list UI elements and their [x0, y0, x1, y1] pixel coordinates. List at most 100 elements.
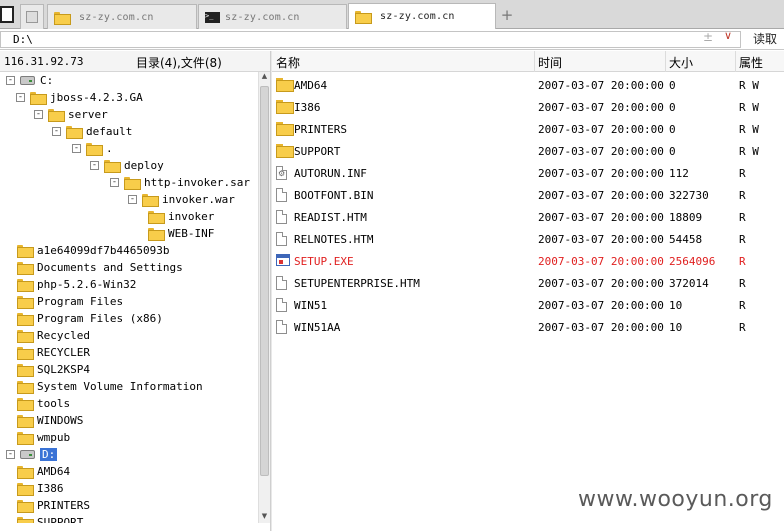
tree-node[interactable]: Program Files (x86): [14, 310, 163, 327]
tree-node[interactable]: SQL2KSP4: [14, 361, 90, 378]
file-row[interactable]: RELNOTES.HTM 2007-03-07 20:00:00 54458 R: [272, 228, 784, 250]
collapse-icon[interactable]: -: [16, 93, 25, 102]
collapse-icon[interactable]: -: [90, 161, 99, 170]
tree-node[interactable]: - server: [34, 106, 108, 123]
tab-3[interactable]: sz-zy.com.cn: [348, 3, 496, 29]
tree-scrollbar[interactable]: ▲ ▼: [258, 72, 270, 523]
tree-node-label[interactable]: D:: [40, 448, 58, 461]
collapse-icon[interactable]: -: [52, 127, 61, 136]
collapse-icon[interactable]: -: [6, 450, 15, 459]
file-row[interactable]: READIST.HTM 2007-03-07 20:00:00 18809 R: [272, 206, 784, 228]
tree-node-label[interactable]: WEB-INF: [168, 227, 214, 240]
tree-node[interactable]: php-5.2.6-Win32: [14, 276, 136, 293]
tree-node[interactable]: I386: [14, 480, 64, 497]
chevron-down-icon[interactable]: ∨: [724, 29, 732, 42]
tree-node-label[interactable]: php-5.2.6-Win32: [37, 278, 136, 291]
tree-node[interactable]: Program Files: [14, 293, 123, 310]
tree-node-label[interactable]: tools: [37, 397, 70, 410]
tree-node-label[interactable]: Program Files: [37, 295, 123, 308]
file-row[interactable]: SETUP.EXE 2007-03-07 20:00:00 2564096 R: [272, 250, 784, 272]
scroll-up-icon[interactable]: ▲: [259, 72, 270, 83]
tree-node-label[interactable]: I386: [37, 482, 64, 495]
folder-icon: [86, 143, 103, 156]
tree-node[interactable]: System Volume Information: [14, 378, 203, 395]
tree-node-label[interactable]: wmpub: [37, 431, 70, 444]
tree-node-label[interactable]: PRINTERS: [37, 499, 90, 512]
read-button[interactable]: 读取: [746, 31, 784, 48]
tree-node-label[interactable]: System Volume Information: [37, 380, 203, 393]
file-row[interactable]: AMD64 2007-03-07 20:00:00 0 R W: [272, 74, 784, 96]
collapse-icon[interactable]: -: [34, 110, 43, 119]
file-row[interactable]: I386 2007-03-07 20:00:00 0 R W: [272, 96, 784, 118]
tree-node[interactable]: WINDOWS: [14, 412, 83, 429]
file-time: 2007-03-07 20:00:00: [538, 123, 664, 136]
tree-node[interactable]: -.: [72, 140, 113, 157]
tree-node[interactable]: tools: [14, 395, 70, 412]
drive-icon: [20, 450, 35, 459]
file-row[interactable]: WIN51AA 2007-03-07 20:00:00 10 R: [272, 316, 784, 338]
tree-node[interactable]: - invoker.war: [128, 191, 235, 208]
tree-node-label[interactable]: AMD64: [37, 465, 70, 478]
tree-node[interactable]: - deploy: [90, 157, 164, 174]
tree-node[interactable]: a1e64099df7b4465093b: [14, 242, 169, 259]
tree-node[interactable]: - D:: [6, 446, 58, 463]
tree-node-label[interactable]: jboss-4.2.3.GA: [50, 91, 143, 104]
tree-node[interactable]: PRINTERS: [14, 497, 90, 514]
file-row[interactable]: PRINTERS 2007-03-07 20:00:00 0 R W: [272, 118, 784, 140]
column-name[interactable]: 名称: [276, 54, 300, 71]
tree-node-label[interactable]: default: [86, 125, 132, 138]
tree-node-label[interactable]: Program Files (x86): [37, 312, 163, 325]
collapse-icon[interactable]: -: [128, 195, 137, 204]
tree-node-label[interactable]: deploy: [124, 159, 164, 172]
tree-node-label[interactable]: .: [106, 142, 113, 155]
file-row[interactable]: AUTORUN.INF 2007-03-07 20:00:00 112 R: [272, 162, 784, 184]
column-attr[interactable]: 属性: [739, 54, 763, 71]
file-row[interactable]: BOOTFONT.BIN 2007-03-07 20:00:00 322730 R: [272, 184, 784, 206]
tree-node-label[interactable]: SUPPORT: [37, 516, 83, 523]
tree-node-label[interactable]: RECYCLER: [37, 346, 90, 359]
tree-node-label[interactable]: invoker.war: [162, 193, 235, 206]
tree-node[interactable]: SUPPORT: [14, 514, 83, 523]
tree-node-label[interactable]: a1e64099df7b4465093b: [37, 244, 169, 257]
tree-node[interactable]: AMD64: [14, 463, 70, 480]
tree-node[interactable]: WEB-INF: [145, 225, 214, 242]
file-row[interactable]: SUPPORT 2007-03-07 20:00:00 0 R W: [272, 140, 784, 162]
file-icon: [276, 276, 287, 290]
tree-node-label[interactable]: WINDOWS: [37, 414, 83, 427]
tab-blank[interactable]: [20, 4, 44, 29]
file-row[interactable]: WIN51 2007-03-07 20:00:00 10 R: [272, 294, 784, 316]
tree-node[interactable]: Recycled: [14, 327, 90, 344]
tree-node-label[interactable]: SQL2KSP4: [37, 363, 90, 376]
tree-node-label[interactable]: Recycled: [37, 329, 90, 342]
file-list: AMD64 2007-03-07 20:00:00 0 R W I386 2007-03-…: [272, 72, 784, 531]
file-name: RELNOTES.HTM: [294, 233, 374, 246]
plus-minus-icon[interactable]: ±: [703, 30, 713, 44]
add-tab-button[interactable]: +: [500, 6, 514, 24]
collapse-icon[interactable]: -: [110, 178, 119, 187]
folder-icon: [148, 228, 165, 241]
tree-node-label[interactable]: invoker: [168, 210, 214, 223]
tree-node-label[interactable]: http-invoker.sar: [144, 176, 250, 189]
tab-1[interactable]: sz-zy.com.cn: [47, 4, 197, 29]
tree-node[interactable]: Documents and Settings: [14, 259, 183, 276]
tree-node[interactable]: wmpub: [14, 429, 70, 446]
collapse-icon[interactable]: -: [6, 76, 15, 85]
tree-node[interactable]: RECYCLER: [14, 344, 90, 361]
tree-node-label[interactable]: server: [68, 108, 108, 121]
tab-2[interactable]: >_ sz-zy.com.cn: [198, 4, 347, 29]
tree-node[interactable]: - C:: [6, 72, 53, 89]
path-input[interactable]: D:\: [0, 31, 741, 48]
tree-node[interactable]: - jboss-4.2.3.GA: [16, 89, 143, 106]
file-row[interactable]: SETUPENTERPRISE.HTM 2007-03-07 20:00:00 37…: [272, 272, 784, 294]
tree-node[interactable]: invoker: [145, 208, 214, 225]
tree-node[interactable]: - http-invoker.sar: [110, 174, 250, 191]
scroll-thumb[interactable]: [260, 86, 269, 476]
collapse-icon[interactable]: -: [72, 144, 81, 153]
column-size[interactable]: 大小: [669, 54, 693, 71]
tree-node[interactable]: - default: [52, 123, 132, 140]
tree-node-label[interactable]: C:: [40, 74, 53, 87]
window-icon[interactable]: [0, 6, 14, 23]
tree-node-label[interactable]: Documents and Settings: [37, 261, 183, 274]
scroll-down-icon[interactable]: ▼: [259, 512, 270, 523]
column-time[interactable]: 时间: [538, 54, 562, 71]
